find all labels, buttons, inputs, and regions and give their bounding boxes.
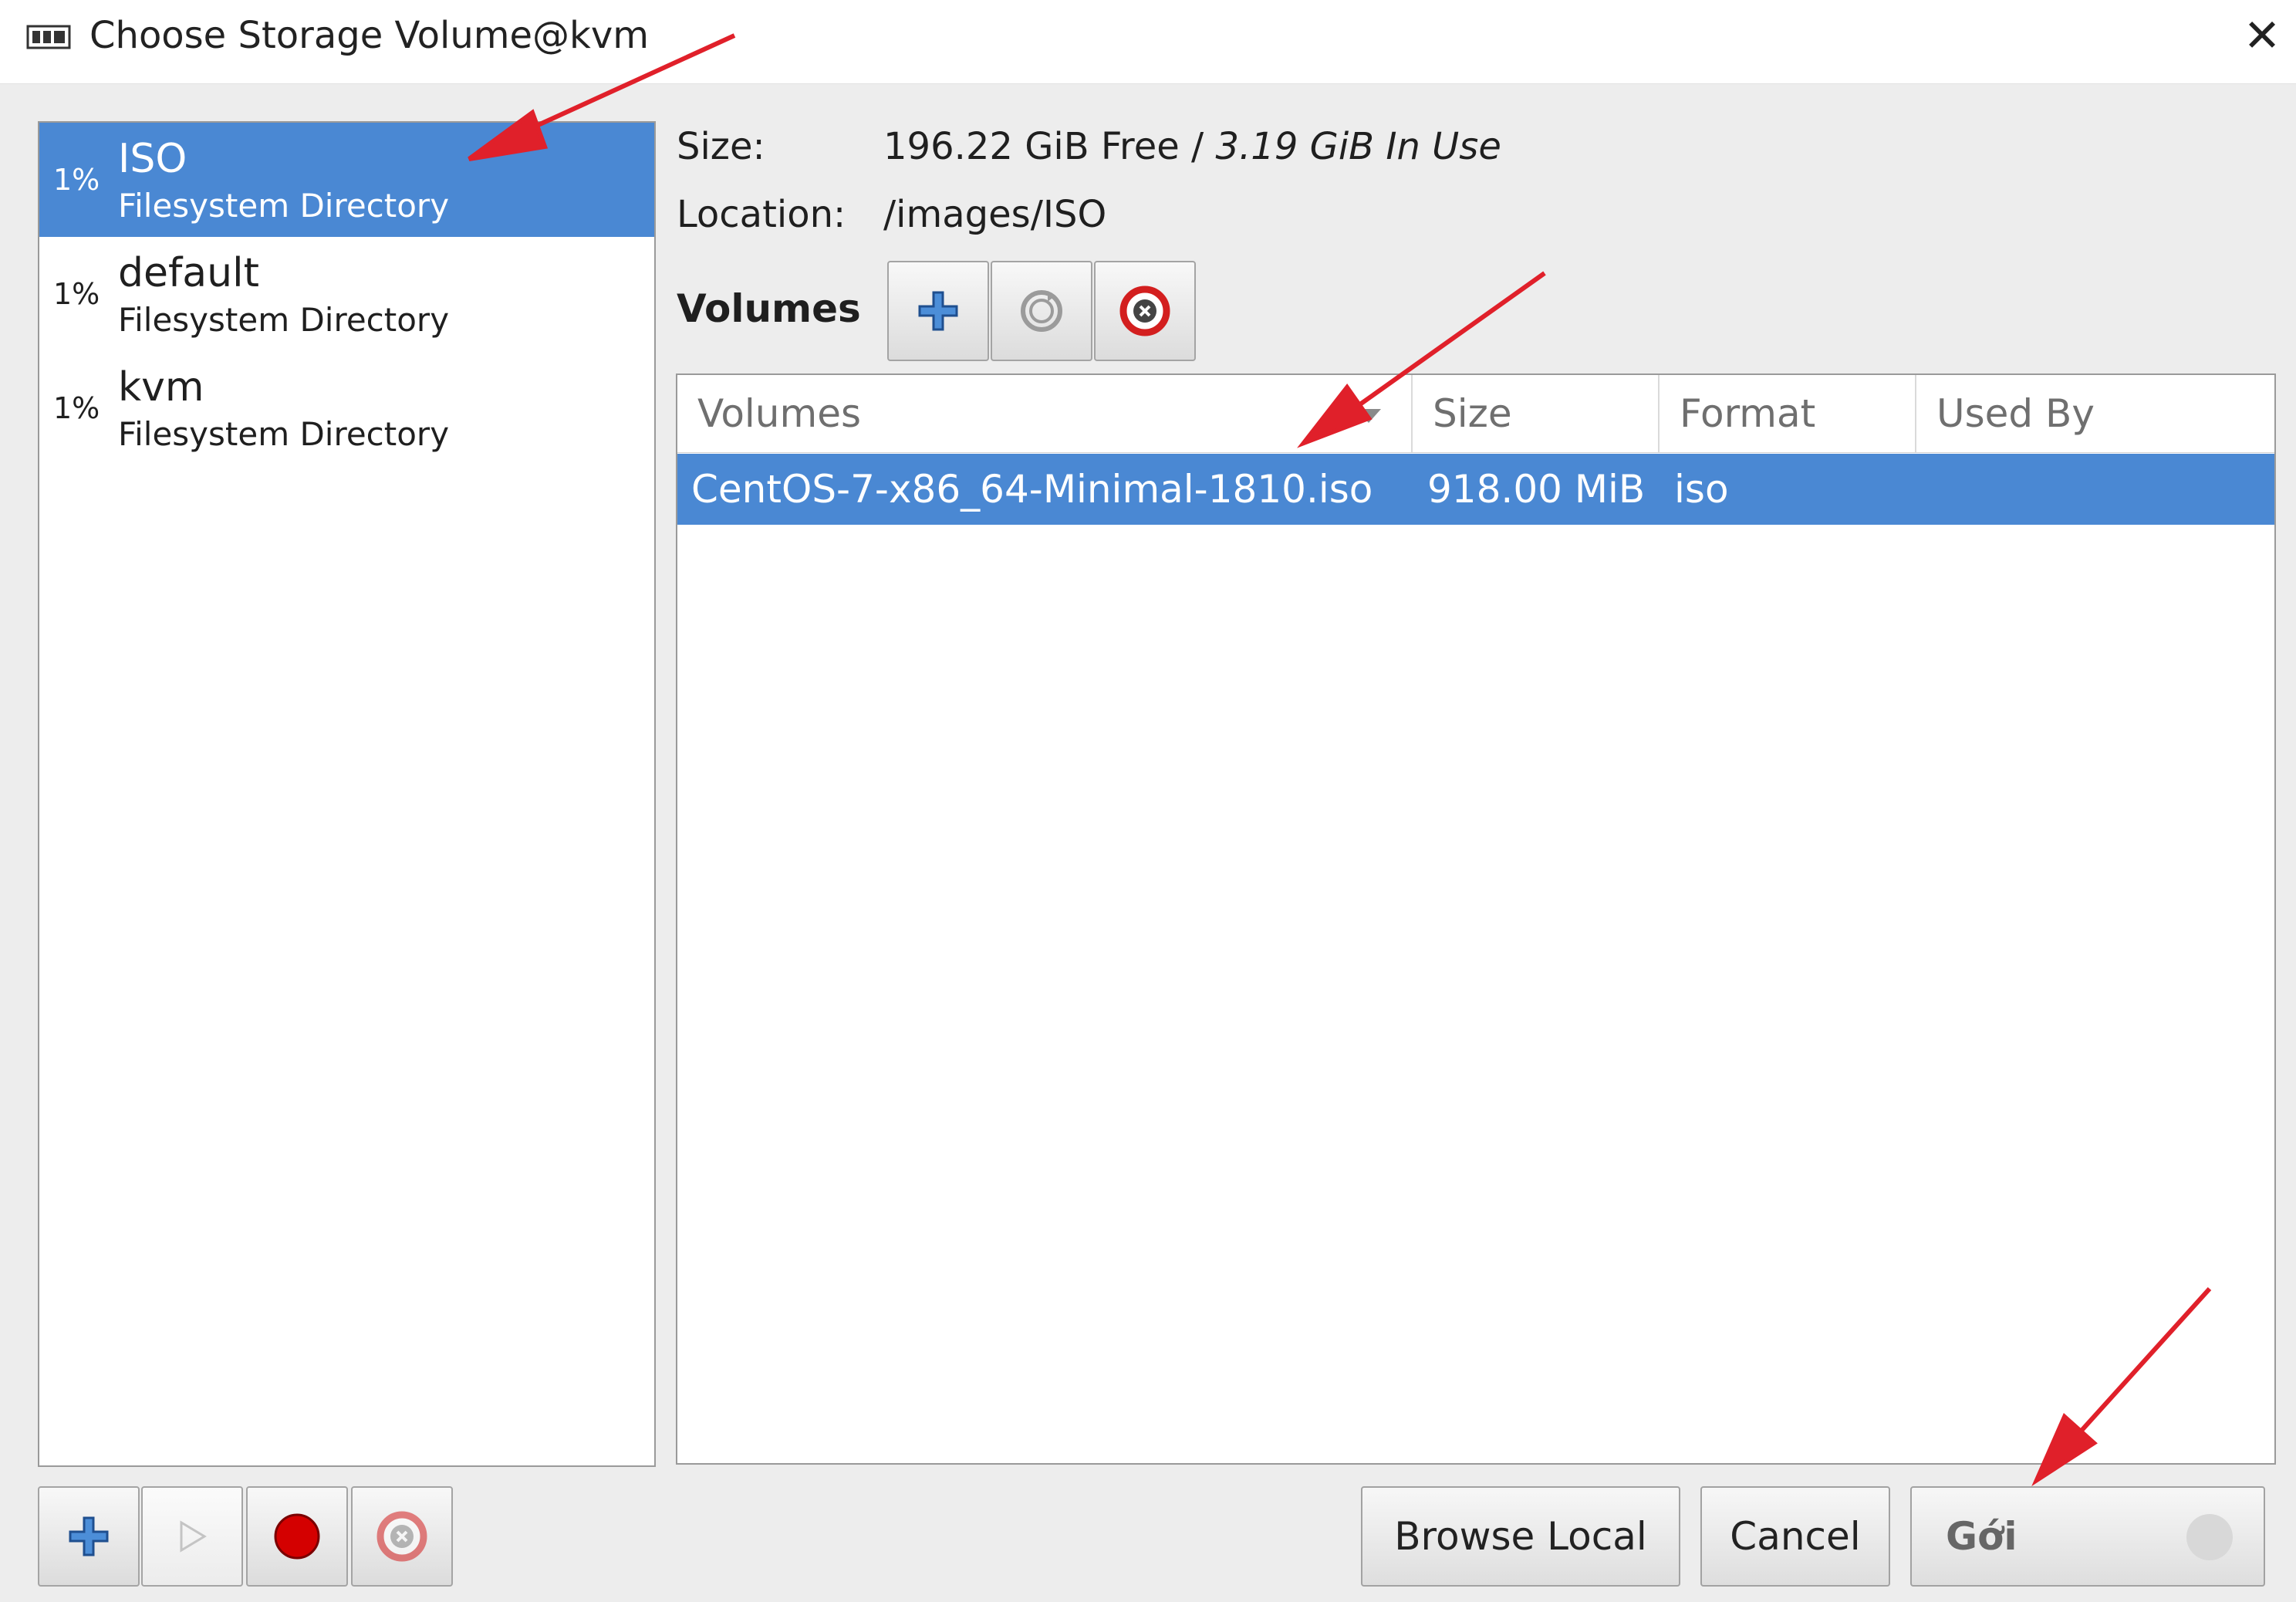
sort-arrow-icon xyxy=(1356,409,1381,423)
size-inuse: 3.19 GiB In Use xyxy=(1215,125,1501,168)
choose-icon xyxy=(2186,1514,2233,1560)
window-title: Choose Storage Volume@kvm xyxy=(89,14,650,57)
pool-usage: 1% xyxy=(53,277,100,311)
choose-volume-button[interactable]: Gới xyxy=(1910,1486,2265,1587)
plus-icon xyxy=(918,291,958,331)
location-label: Location: xyxy=(677,193,846,236)
storage-icon xyxy=(26,25,71,49)
table-row[interactable]: CentOS-7-x86_64-Minimal-1810.iso 918.00 … xyxy=(677,454,2274,525)
delete-icon xyxy=(376,1511,427,1562)
volume-name: CentOS-7-x86_64-Minimal-1810.iso xyxy=(691,467,1373,512)
record-icon xyxy=(274,1513,320,1560)
volumes-heading: Volumes xyxy=(677,286,861,331)
browse-local-button[interactable]: Browse Local xyxy=(1361,1486,1680,1587)
close-icon: ✕ xyxy=(2243,9,2281,62)
add-pool-button[interactable] xyxy=(38,1486,140,1587)
title-bar: Choose Storage Volume@kvm ✕ xyxy=(0,0,2296,84)
refresh-icon xyxy=(1021,290,1062,332)
add-volume-button[interactable] xyxy=(887,261,989,361)
pool-name: kvm xyxy=(118,364,204,411)
volume-format: iso xyxy=(1674,467,1729,512)
plus-icon xyxy=(69,1516,109,1556)
column-header-volumes[interactable]: Volumes xyxy=(677,375,1413,452)
column-header-size[interactable]: Size xyxy=(1413,375,1660,452)
column-header-format[interactable]: Format xyxy=(1660,375,1916,452)
pool-type: Filesystem Directory xyxy=(118,187,450,225)
cancel-button[interactable]: Cancel xyxy=(1700,1486,1890,1587)
size-value: 196.22 GiB Free / 3.19 GiB In Use xyxy=(883,122,1501,171)
choose-label: Gới xyxy=(1946,1514,2017,1559)
refresh-volumes-button[interactable] xyxy=(991,261,1092,361)
pool-type: Filesystem Directory xyxy=(118,301,450,339)
pool-item-iso[interactable]: 1% ISO Filesystem Directory xyxy=(39,123,654,237)
volumes-table[interactable]: Volumes Size Format Used By CentOS-7-x86… xyxy=(676,373,2276,1465)
column-header-used-by[interactable]: Used By xyxy=(1916,375,2274,452)
table-header: Volumes Size Format Used By xyxy=(677,375,2274,453)
pool-usage: 1% xyxy=(53,391,100,425)
delete-volume-button[interactable] xyxy=(1094,261,1196,361)
pool-item-kvm[interactable]: 1% kvm Filesystem Directory xyxy=(39,351,654,465)
delete-icon xyxy=(1119,286,1170,336)
pool-type: Filesystem Directory xyxy=(118,415,450,453)
play-icon xyxy=(180,1520,207,1553)
location-value: /images/ISO xyxy=(883,193,1107,236)
size-label: Size: xyxy=(677,125,765,168)
delete-pool-button[interactable] xyxy=(351,1486,453,1587)
pool-usage: 1% xyxy=(53,163,100,197)
pool-name: ISO xyxy=(118,136,187,182)
stop-pool-button[interactable] xyxy=(246,1486,348,1587)
start-pool-button[interactable] xyxy=(141,1486,243,1587)
size-free: 196.22 GiB Free / xyxy=(883,125,1216,168)
pool-item-default[interactable]: 1% default Filesystem Directory xyxy=(39,237,654,351)
pool-name: default xyxy=(118,250,259,296)
storage-pool-list[interactable]: 1% ISO Filesystem Directory 1% default F… xyxy=(38,121,656,1467)
volume-size: 918.00 MiB xyxy=(1427,467,1646,512)
close-button[interactable]: ✕ xyxy=(2237,9,2287,62)
